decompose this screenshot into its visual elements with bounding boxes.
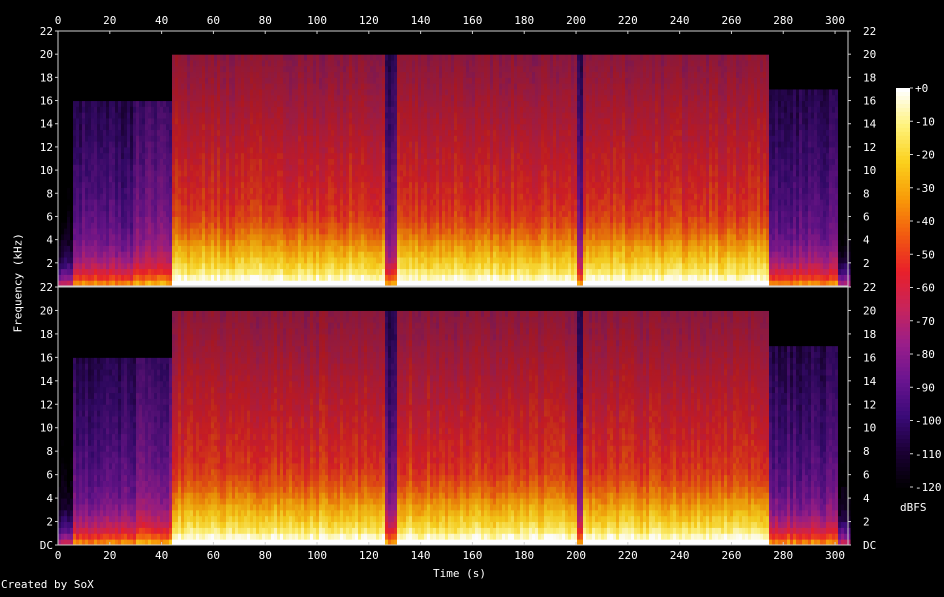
spectrogram-figure: 0 0 20 20 40 40 60 60 80 80 100 100 120 120 140 140 160 1… <box>0 0 944 593</box>
spectrogram-panels <box>57 30 851 546</box>
channel-panel-1 <box>57 30 851 287</box>
spectrogram-chart: 0020204040606080801001001201201401401601… <box>40 14 942 562</box>
